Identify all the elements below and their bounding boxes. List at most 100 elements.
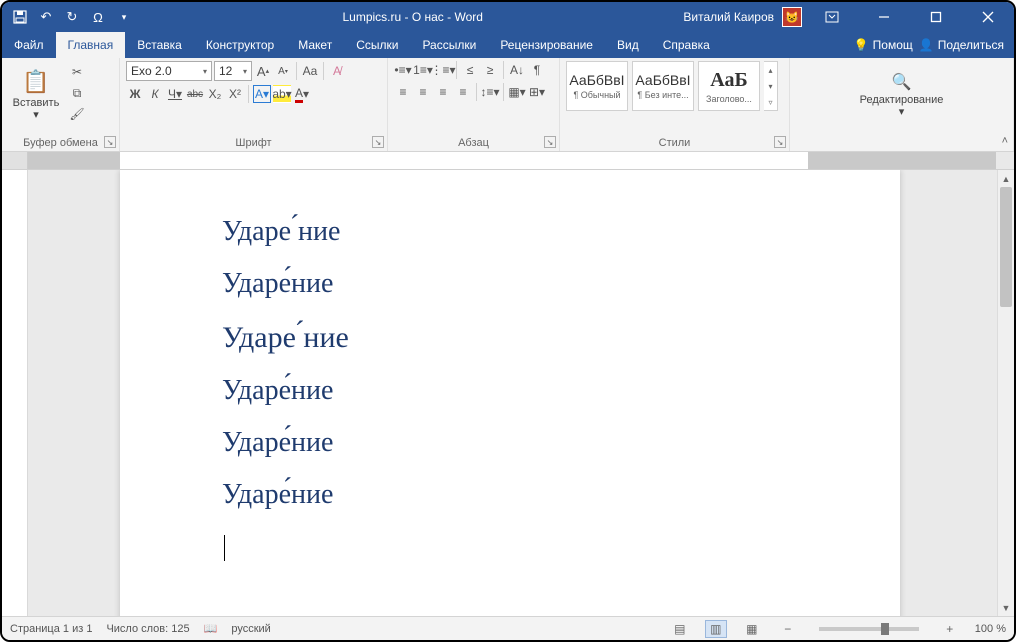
text-line[interactable]: Ударе́ние bbox=[222, 469, 900, 521]
align-center-button[interactable]: ≡ bbox=[414, 83, 432, 101]
change-case-button[interactable]: Aa bbox=[301, 62, 319, 80]
paste-button[interactable]: 📋 Вставить▾ bbox=[8, 61, 64, 129]
text-line[interactable]: Ударе ́ние bbox=[222, 206, 900, 258]
text-line[interactable]: Ударе́ние bbox=[222, 417, 900, 469]
tab-view[interactable]: Вид bbox=[605, 32, 651, 58]
text-line[interactable]: Ударе ́ние bbox=[222, 310, 900, 366]
undo-icon[interactable]: ↶ bbox=[38, 9, 54, 25]
save-icon[interactable] bbox=[12, 9, 28, 25]
status-word-count[interactable]: Число слов: 125 bbox=[106, 623, 189, 635]
group-editing: 🔍 Редактирование▾ bbox=[790, 58, 1014, 151]
avatar[interactable]: 😺 bbox=[782, 7, 802, 27]
tab-home[interactable]: Главная bbox=[56, 32, 126, 58]
editing-button[interactable]: 🔍 Редактирование▾ bbox=[847, 61, 957, 129]
group-label-styles: Стили bbox=[566, 135, 783, 151]
redo-icon[interactable]: ↻ bbox=[64, 9, 80, 25]
status-language[interactable]: русский bbox=[231, 623, 270, 635]
tab-design[interactable]: Конструктор bbox=[194, 32, 286, 58]
tab-insert[interactable]: Вставка bbox=[125, 32, 194, 58]
tell-me-button[interactable]: 💡Помощ bbox=[854, 38, 913, 52]
ribbon-options-icon[interactable] bbox=[810, 2, 854, 32]
highlight-button[interactable]: ab▾ bbox=[273, 85, 291, 103]
collapse-ribbon-icon[interactable]: ˄ bbox=[1002, 135, 1008, 147]
font-dialog-launcher[interactable]: ↘ bbox=[372, 136, 384, 148]
print-layout-button[interactable]: ▥ bbox=[705, 620, 727, 638]
spellcheck-icon[interactable]: 📖 bbox=[204, 622, 218, 635]
document-page[interactable]: Ударе ́ние Ударе́ние Ударе ́ние Ударе́ни… bbox=[120, 170, 900, 616]
share-button[interactable]: 👤Поделиться bbox=[919, 38, 1004, 52]
numbering-button[interactable]: 1≡▾ bbox=[414, 61, 432, 79]
read-mode-button[interactable]: ▤ bbox=[669, 620, 691, 638]
text-cursor-line[interactable] bbox=[222, 520, 900, 572]
status-page[interactable]: Страница 1 из 1 bbox=[10, 623, 92, 635]
zoom-level[interactable]: 100 % bbox=[975, 623, 1006, 635]
scroll-thumb[interactable] bbox=[1000, 187, 1012, 307]
share-icon: 👤 bbox=[919, 38, 934, 52]
scroll-track[interactable] bbox=[998, 187, 1014, 599]
zoom-slider-knob[interactable] bbox=[881, 623, 889, 635]
clipboard-dialog-launcher[interactable]: ↘ bbox=[104, 136, 116, 148]
text-line[interactable]: Ударе́ние bbox=[222, 258, 900, 310]
paragraph-dialog-launcher[interactable]: ↘ bbox=[544, 136, 556, 148]
sort-button[interactable]: A↓ bbox=[508, 61, 526, 79]
zoom-slider[interactable] bbox=[819, 627, 919, 631]
increase-indent-button[interactable]: ≥ bbox=[481, 61, 499, 79]
lightbulb-icon: 💡 bbox=[854, 38, 869, 52]
text-line[interactable]: Ударе́ние bbox=[222, 365, 900, 417]
tab-mailings[interactable]: Рассылки bbox=[410, 32, 488, 58]
ribbon-tabs: Файл Главная Вставка Конструктор Макет С… bbox=[2, 32, 1014, 58]
styles-dialog-launcher[interactable]: ↘ bbox=[774, 136, 786, 148]
bold-button[interactable]: Ж bbox=[126, 85, 144, 103]
multilevel-button[interactable]: ⋮≡▾ bbox=[434, 61, 452, 79]
zoom-out-button[interactable]: − bbox=[777, 620, 799, 638]
grow-font-button[interactable]: A▴ bbox=[254, 62, 272, 80]
tab-review[interactable]: Рецензирование bbox=[488, 32, 605, 58]
cut-button[interactable]: ✂ bbox=[68, 63, 86, 81]
clear-formatting-button[interactable]: A̸ bbox=[328, 62, 346, 80]
close-button[interactable] bbox=[966, 2, 1010, 32]
tab-references[interactable]: Ссылки bbox=[344, 32, 410, 58]
symbol-icon[interactable]: Ω bbox=[90, 9, 106, 25]
line-spacing-button[interactable]: ↕≡▾ bbox=[481, 83, 499, 101]
web-layout-button[interactable]: ▦ bbox=[741, 620, 763, 638]
minimize-button[interactable] bbox=[862, 2, 906, 32]
align-left-button[interactable]: ≡ bbox=[394, 83, 412, 101]
text-effects-button[interactable]: A▾ bbox=[253, 85, 271, 103]
bullets-button[interactable]: •≡▾ bbox=[394, 61, 412, 79]
shading-button[interactable]: ▦▾ bbox=[508, 83, 526, 101]
font-name-combo[interactable]: Exo 2.0▾ bbox=[126, 61, 212, 81]
tab-help[interactable]: Справка bbox=[651, 32, 722, 58]
font-color-button[interactable]: A▾ bbox=[293, 85, 311, 103]
group-paragraph: •≡▾ 1≡▾ ⋮≡▾ ≤ ≥ A↓ ¶ ≡ ≡ ≡ ≡ ↕≡▾ ▦▾ ⊞▾ bbox=[388, 58, 560, 151]
justify-button[interactable]: ≡ bbox=[454, 83, 472, 101]
scroll-up-icon[interactable]: ▲ bbox=[998, 170, 1014, 187]
align-right-button[interactable]: ≡ bbox=[434, 83, 452, 101]
quick-access-toolbar: ↶ ↻ Ω ▾ bbox=[2, 9, 142, 25]
zoom-in-button[interactable]: + bbox=[939, 620, 961, 638]
tab-layout[interactable]: Макет bbox=[286, 32, 344, 58]
borders-button[interactable]: ⊞▾ bbox=[528, 83, 546, 101]
shrink-font-button[interactable]: A▾ bbox=[274, 62, 292, 80]
qat-more-icon[interactable]: ▾ bbox=[116, 9, 132, 25]
italic-button[interactable]: К bbox=[146, 85, 164, 103]
copy-button[interactable]: ⧉ bbox=[68, 84, 86, 102]
superscript-button[interactable]: X² bbox=[226, 85, 244, 103]
underline-button[interactable]: Ч▾ bbox=[166, 85, 184, 103]
font-size-combo[interactable]: 12▾ bbox=[214, 61, 252, 81]
decrease-indent-button[interactable]: ≤ bbox=[461, 61, 479, 79]
tab-file[interactable]: Файл bbox=[2, 32, 56, 58]
styles-gallery-more[interactable]: ▴▾▿ bbox=[764, 61, 778, 111]
strikethrough-button[interactable]: abc bbox=[186, 85, 204, 103]
format-painter-button[interactable]: 🖌 bbox=[68, 105, 86, 123]
vertical-ruler[interactable] bbox=[2, 170, 28, 616]
vertical-scrollbar[interactable]: ▲ ▼ bbox=[997, 170, 1014, 616]
page-area: Ударе ́ние Ударе́ние Ударе ́ние Ударе́ни… bbox=[28, 170, 997, 616]
subscript-button[interactable]: X₂ bbox=[206, 85, 224, 103]
horizontal-ruler[interactable] bbox=[28, 152, 996, 169]
style-no-spacing[interactable]: АаБбВвІ ¶ Без инте... bbox=[632, 61, 694, 111]
show-marks-button[interactable]: ¶ bbox=[528, 61, 546, 79]
style-normal[interactable]: АаБбВвІ ¶ Обычный bbox=[566, 61, 628, 111]
style-heading1[interactable]: АаБ Заголово... bbox=[698, 61, 760, 111]
maximize-button[interactable] bbox=[914, 2, 958, 32]
scroll-down-icon[interactable]: ▼ bbox=[998, 599, 1014, 616]
